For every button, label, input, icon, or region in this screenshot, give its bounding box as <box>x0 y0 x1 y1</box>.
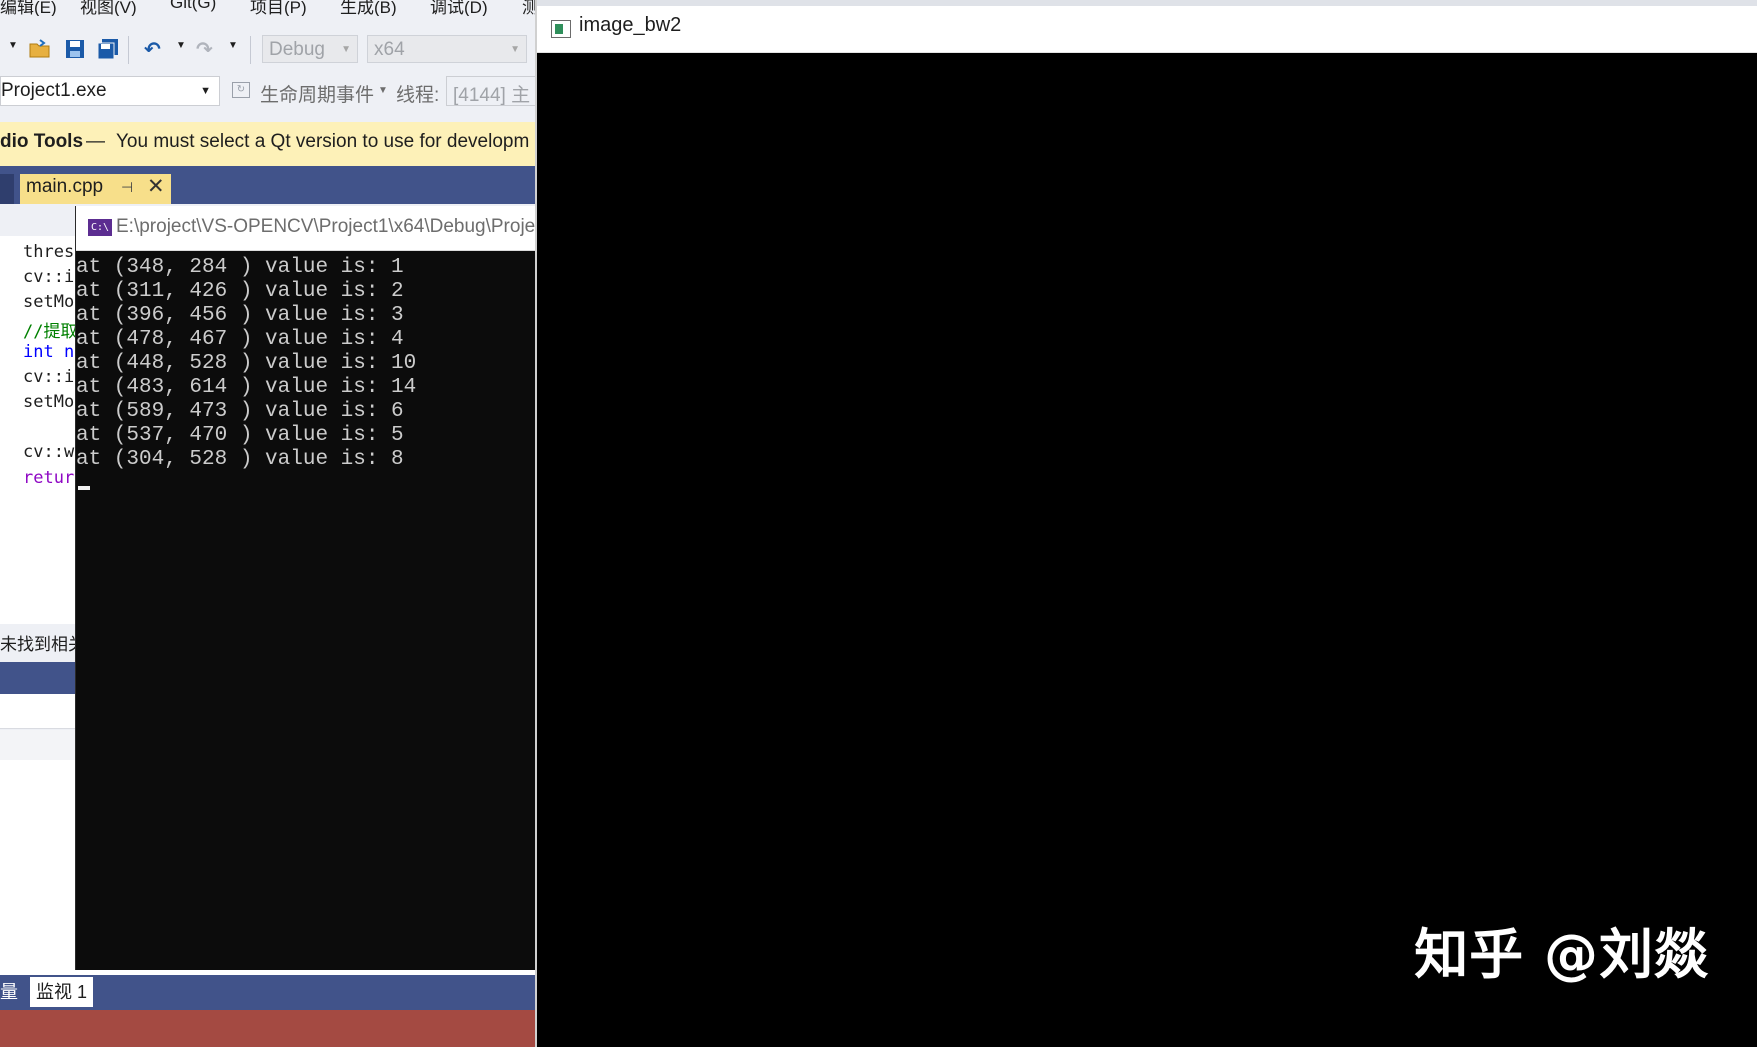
console-line: at (483, 614 ) value is: 14 <box>76 376 417 399</box>
chevron-down-icon: ▼ <box>341 44 351 55</box>
vs-standard-toolbar: ▼ ↶ ▼ ↷ ▼ Debug ▼ x64 ▼ <box>0 30 540 70</box>
menu-view[interactable]: 视图(V) <box>80 0 137 16</box>
console-title: E:\project\VS-OPENCV\Project1\x64\Debug\… <box>116 216 536 237</box>
save-all-icon[interactable] <box>96 38 120 66</box>
configuration-value: Debug <box>269 39 325 60</box>
thread-label: 线程: <box>396 85 440 106</box>
infobar-dash: — <box>86 131 105 152</box>
console-line: at (537, 470 ) value is: 5 <box>76 424 404 447</box>
chevron-down-icon: ▼ <box>200 85 211 97</box>
chevron-down-icon[interactable]: ▼ <box>378 85 388 96</box>
image-window-icon <box>551 20 571 38</box>
image-window-title-bar[interactable]: image_bw2 <box>537 6 1757 53</box>
pin-icon[interactable]: ⊣ <box>121 179 133 196</box>
console-output[interactable]: at (348, 284 ) value is: 1 at (311, 426 … <box>76 250 541 970</box>
undo-dropdown-icon[interactable]: ▼ <box>176 40 186 51</box>
console-line: at (478, 467 ) value is: 4 <box>76 328 404 351</box>
text-cursor <box>78 486 90 490</box>
open-folder-icon[interactable] <box>28 38 52 66</box>
image-canvas[interactable]: 知乎 @刘燚 <box>537 53 1757 1047</box>
solution-configuration-combo[interactable]: Debug ▼ <box>262 35 358 63</box>
tab-strip-edge <box>0 174 14 204</box>
toolbar-separator <box>128 36 129 64</box>
menu-debug[interactable]: 调试(D) <box>430 0 488 16</box>
vs-debug-location-toolbar: Project1.exe ▼ ↻ 生命周期事件 ▼ 线程: [4144] 主 <box>0 72 546 112</box>
thread-combo[interactable]: [4144] 主 <box>446 76 546 106</box>
infobar-product: dio Tools <box>0 131 84 152</box>
lifecycle-events-label[interactable]: 生命周期事件 <box>260 80 374 107</box>
thread-value: [4144] 主 <box>453 85 531 106</box>
console-line: at (311, 426 ) value is: 2 <box>76 280 404 303</box>
menu-edit[interactable]: 编辑(E) <box>0 0 57 16</box>
console-line: at (448, 528 ) value is: 10 <box>76 352 417 375</box>
console-line: at (589, 473 ) value is: 6 <box>76 400 404 423</box>
console-line: at (304, 528 ) value is: 8 <box>76 448 404 471</box>
tab-label: main.cpp <box>26 176 104 197</box>
redo-dropdown-icon[interactable]: ▼ <box>228 40 238 51</box>
vs-status-bar <box>0 1010 540 1047</box>
menu-build[interactable]: 生成(B) <box>340 0 397 16</box>
console-window[interactable]: C:\ E:\project\VS-OPENCV\Project1\x64\De… <box>75 206 541 970</box>
platform-value: x64 <box>374 39 405 60</box>
lifecycle-events-icon[interactable]: ↻ <box>232 82 250 98</box>
close-icon[interactable]: ✕ <box>147 174 165 199</box>
editor-status-text: 未找到相关 <box>0 635 85 654</box>
undo-icon[interactable]: ↶ <box>144 38 161 62</box>
solution-platform-combo[interactable]: x64 ▼ <box>367 35 527 63</box>
console-line: at (396, 456 ) value is: 3 <box>76 304 404 327</box>
document-tab-strip: main.cpp ⊣ ✕ <box>0 166 540 204</box>
vs-menu-bar: 编辑(E) 视图(V) Git(G) 项目(P) 生成(B) 调试(D) 测 <box>0 0 540 16</box>
tab-watch-1[interactable]: 监视 1 <box>30 977 94 1007</box>
menu-project[interactable]: 项目(P) <box>250 0 307 16</box>
tab-variables[interactable]: 量 <box>0 977 24 1007</box>
process-value: Project1.exe <box>1 80 107 101</box>
chevron-down-icon: ▼ <box>510 44 520 55</box>
toolbar-separator <box>250 36 251 64</box>
save-icon[interactable] <box>64 38 86 66</box>
code-line: //提取 <box>23 322 78 342</box>
qt-infobar: dio Tools — You must select a Qt version… <box>0 122 540 167</box>
redo-icon[interactable]: ↷ <box>196 38 213 62</box>
console-title-bar[interactable]: C:\ E:\project\VS-OPENCV\Project1\x64\De… <box>76 206 541 251</box>
image-window-title: image_bw2 <box>579 14 682 36</box>
menu-git[interactable]: Git(G) <box>170 0 216 13</box>
infobar-message: You must select a Qt version to use for … <box>116 131 530 152</box>
chevron-down-icon[interactable]: ▼ <box>8 40 18 51</box>
console-app-icon: C:\ <box>88 219 112 236</box>
debug-bottom-tabs: 量 监视 1 <box>0 975 540 1010</box>
image-window[interactable]: image_bw2 知乎 @刘燚 <box>535 0 1757 1047</box>
watermark: 知乎 @刘燚 <box>1414 923 1709 986</box>
tab-main-cpp[interactable]: main.cpp ⊣ ✕ <box>20 174 171 204</box>
console-line: at (348, 284 ) value is: 1 <box>76 256 404 279</box>
process-combo[interactable]: Project1.exe ▼ <box>0 76 220 106</box>
